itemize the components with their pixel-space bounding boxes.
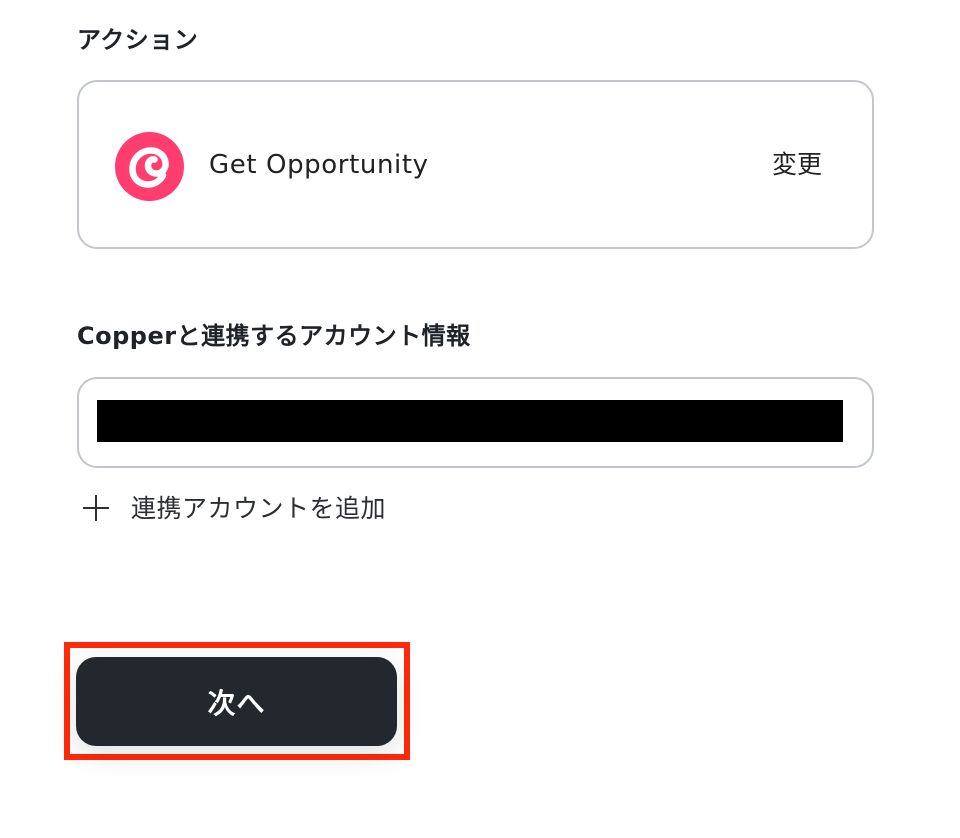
action-section-label: アクション bbox=[77, 26, 199, 54]
plus-icon bbox=[83, 495, 109, 521]
action-card: Get Opportunity 変更 bbox=[77, 80, 874, 249]
redaction-bar bbox=[97, 400, 843, 442]
add-account-label: 連携アカウントを追加 bbox=[131, 493, 387, 523]
copper-logo-icon bbox=[115, 132, 184, 201]
action-name: Get Opportunity bbox=[209, 150, 429, 180]
next-button[interactable]: 次へ bbox=[76, 657, 397, 746]
account-section-label: Copperと連携するアカウント情報 bbox=[77, 322, 471, 350]
account-select-field[interactable] bbox=[77, 377, 874, 468]
add-account-link[interactable]: 連携アカウントを追加 bbox=[83, 490, 386, 526]
change-action-link[interactable]: 変更 bbox=[772, 152, 822, 177]
